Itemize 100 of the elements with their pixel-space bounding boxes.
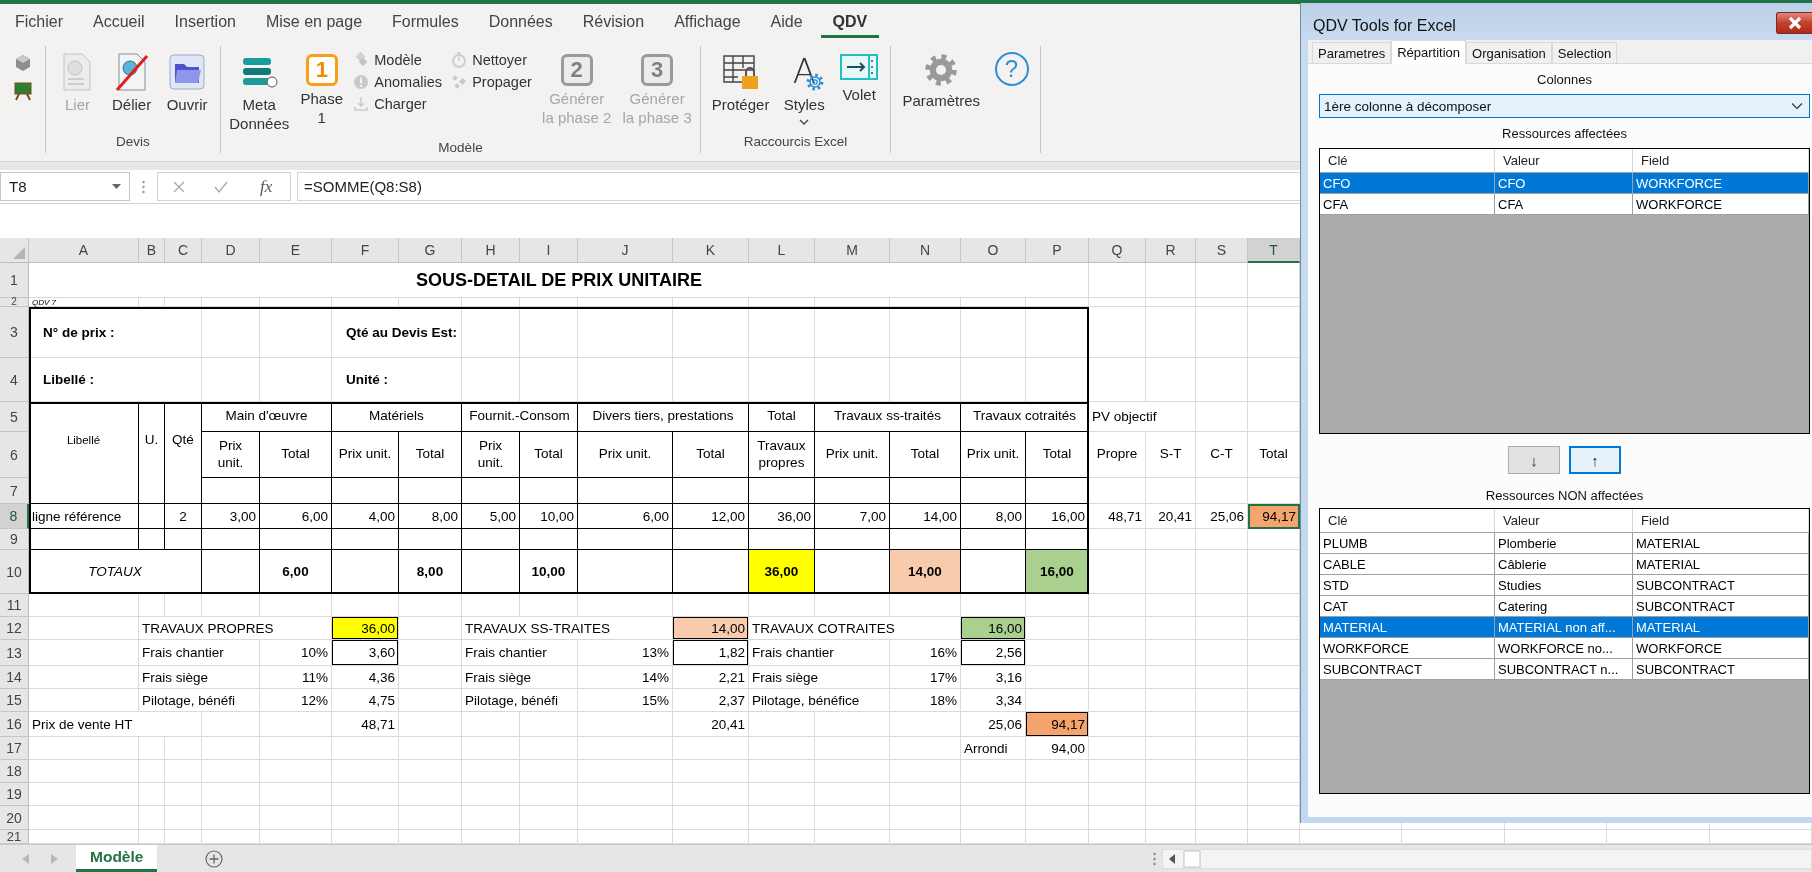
row-header[interactable]: 4 (0, 358, 29, 402)
row-header[interactable]: 6 (0, 432, 29, 478)
sheet-cell: Pilotage, bénéfi (139, 689, 260, 712)
row-header[interactable]: 7 (0, 478, 29, 504)
column-header[interactable]: J (578, 238, 673, 263)
column-header[interactable]: P (1026, 238, 1089, 263)
column-header[interactable]: T (1248, 238, 1300, 263)
row-header[interactable]: 16 (0, 712, 29, 737)
row-header[interactable]: 21 (0, 830, 29, 844)
ribbon-button[interactable]: Ouvrir (163, 50, 211, 117)
column-header[interactable]: Q (1089, 238, 1146, 263)
column-header[interactable]: N (890, 238, 961, 263)
tab[interactable]: Répartition (1391, 40, 1467, 64)
row-header[interactable]: 1 (0, 263, 29, 298)
column-header[interactable]: Field (1633, 149, 1809, 173)
ribbon-button[interactable]: Meta Données (226, 50, 293, 136)
tab[interactable]: Selection (1551, 42, 1618, 63)
row-header[interactable]: 12 (0, 617, 29, 640)
list-row[interactable]: CFO CFO WORKFORCE (1320, 173, 1809, 194)
column-header[interactable]: O (961, 238, 1026, 263)
column-header[interactable]: R (1146, 238, 1196, 263)
row-header[interactable]: 11 (0, 594, 29, 617)
ribbon-button[interactable]: 1 Phase 1 (297, 50, 347, 130)
scrollbar-drawing[interactable] (1162, 848, 1812, 869)
column-header[interactable]: A (29, 238, 139, 263)
column-header[interactable]: E (260, 238, 332, 263)
ribbon-tab[interactable]: Accueil (81, 6, 157, 38)
column-header[interactable]: D (202, 238, 260, 263)
list-cell: CFA (1320, 194, 1495, 215)
row-header[interactable]: 8 (0, 504, 29, 529)
list-row[interactable]: CAT Catering SUBCONTRACT (1320, 596, 1809, 617)
grip-icon[interactable] (1153, 851, 1156, 866)
row-header[interactable]: 18 (0, 760, 29, 783)
column-header[interactable]: G (399, 238, 462, 263)
ribbon-tab[interactable]: Affichage (662, 6, 753, 38)
ribbon-button[interactable]: Délier (108, 50, 155, 117)
column-header[interactable]: B (139, 238, 165, 263)
column-header[interactable]: Valeur (1495, 149, 1633, 173)
column-header[interactable]: L (749, 238, 815, 263)
close-button[interactable] (1776, 12, 1812, 34)
ribbon-tab[interactable]: QDV (820, 6, 880, 38)
row-header[interactable]: 10 (0, 550, 29, 594)
row-header[interactable]: 20 (0, 806, 29, 830)
list-row[interactable]: WORKFORCE WORKFORCE no... WORKFORCE (1320, 638, 1809, 659)
ribbon-tab[interactable]: Insertion (162, 6, 248, 38)
column-header[interactable]: Valeur (1495, 509, 1633, 533)
ribbon-tab[interactable]: Révision (570, 6, 657, 38)
ribbon-tab[interactable]: Mise en page (253, 6, 375, 38)
row-header[interactable]: 17 (0, 737, 29, 760)
column-header[interactable]: Clé (1320, 149, 1495, 173)
row-header[interactable]: 13 (0, 640, 29, 666)
check-icon[interactable] (212, 179, 229, 194)
move-button[interactable]: ↑ (1569, 446, 1621, 474)
column-header[interactable]: Clé (1320, 509, 1495, 533)
arrow-left-icon[interactable] (22, 853, 29, 864)
ribbon-tab[interactable]: Aide (758, 6, 815, 38)
ribbon-tab[interactable]: Formules (380, 6, 471, 38)
row-header[interactable]: 19 (0, 783, 29, 806)
select-all-icon[interactable] (13, 247, 25, 259)
ribbon-button[interactable] (13, 54, 32, 72)
sheet-cell: Prix unit. (332, 432, 399, 478)
name-box[interactable]: T8 (0, 172, 130, 201)
select-all-button[interactable] (0, 238, 29, 263)
move-button[interactable]: ↓ (1508, 446, 1560, 474)
list-row[interactable]: SUBCONTRACT SUBCONTRACT n... SUBCONTRACT (1320, 659, 1809, 680)
column-header[interactable]: H (462, 238, 520, 263)
ribbon-button[interactable]: Volet (836, 50, 883, 107)
insert-function-button[interactable]: fx (256, 176, 277, 197)
column-header[interactable]: S (1196, 238, 1248, 263)
sheet-tab[interactable]: Modèle (76, 845, 158, 872)
column-header[interactable]: I (520, 238, 578, 263)
row-header[interactable]: 9 (0, 529, 29, 550)
ribbon-tab[interactable]: Fichier (3, 6, 75, 38)
column-header[interactable]: Field (1633, 509, 1809, 533)
list-row[interactable]: PLUMB Plomberie MATERIAL (1320, 533, 1809, 554)
row-header[interactable]: 14 (0, 666, 29, 689)
column-header[interactable]: C (165, 238, 202, 263)
ribbon-button[interactable]: Protéger (708, 50, 773, 117)
cancel-icon[interactable] (171, 179, 186, 194)
ribbon-button[interactable] (12, 82, 33, 101)
add-sheet-icon[interactable] (205, 849, 224, 868)
list-row[interactable]: STD Studies SUBCONTRACT (1320, 575, 1809, 596)
row-header[interactable]: 2 (0, 298, 29, 307)
column-header[interactable]: K (673, 238, 749, 263)
ribbon-tab[interactable]: Données (476, 6, 565, 38)
ribbon-button[interactable]: A Styles (780, 50, 829, 127)
tab[interactable]: Organisation (1466, 42, 1552, 63)
dropdown-field[interactable]: 1ère colonne à décomposer (1319, 94, 1810, 118)
arrow-right-icon[interactable] (51, 853, 58, 864)
tab[interactable]: Parametres (1312, 42, 1392, 63)
row-header[interactable]: 3 (0, 307, 29, 358)
ribbon-button[interactable]: Paramètres (899, 50, 983, 113)
row-header[interactable]: 15 (0, 689, 29, 712)
list-row[interactable]: CABLE Câblerie MATERIAL (1320, 554, 1809, 575)
column-header[interactable]: F (332, 238, 399, 263)
row-header[interactable]: 5 (0, 402, 29, 432)
list-row[interactable]: MATERIAL MATERIAL non aff... MATERIAL (1320, 617, 1809, 638)
column-header[interactable]: M (815, 238, 890, 263)
sheet-cell (260, 358, 332, 402)
list-row[interactable]: CFA CFA WORKFORCE (1320, 194, 1809, 215)
